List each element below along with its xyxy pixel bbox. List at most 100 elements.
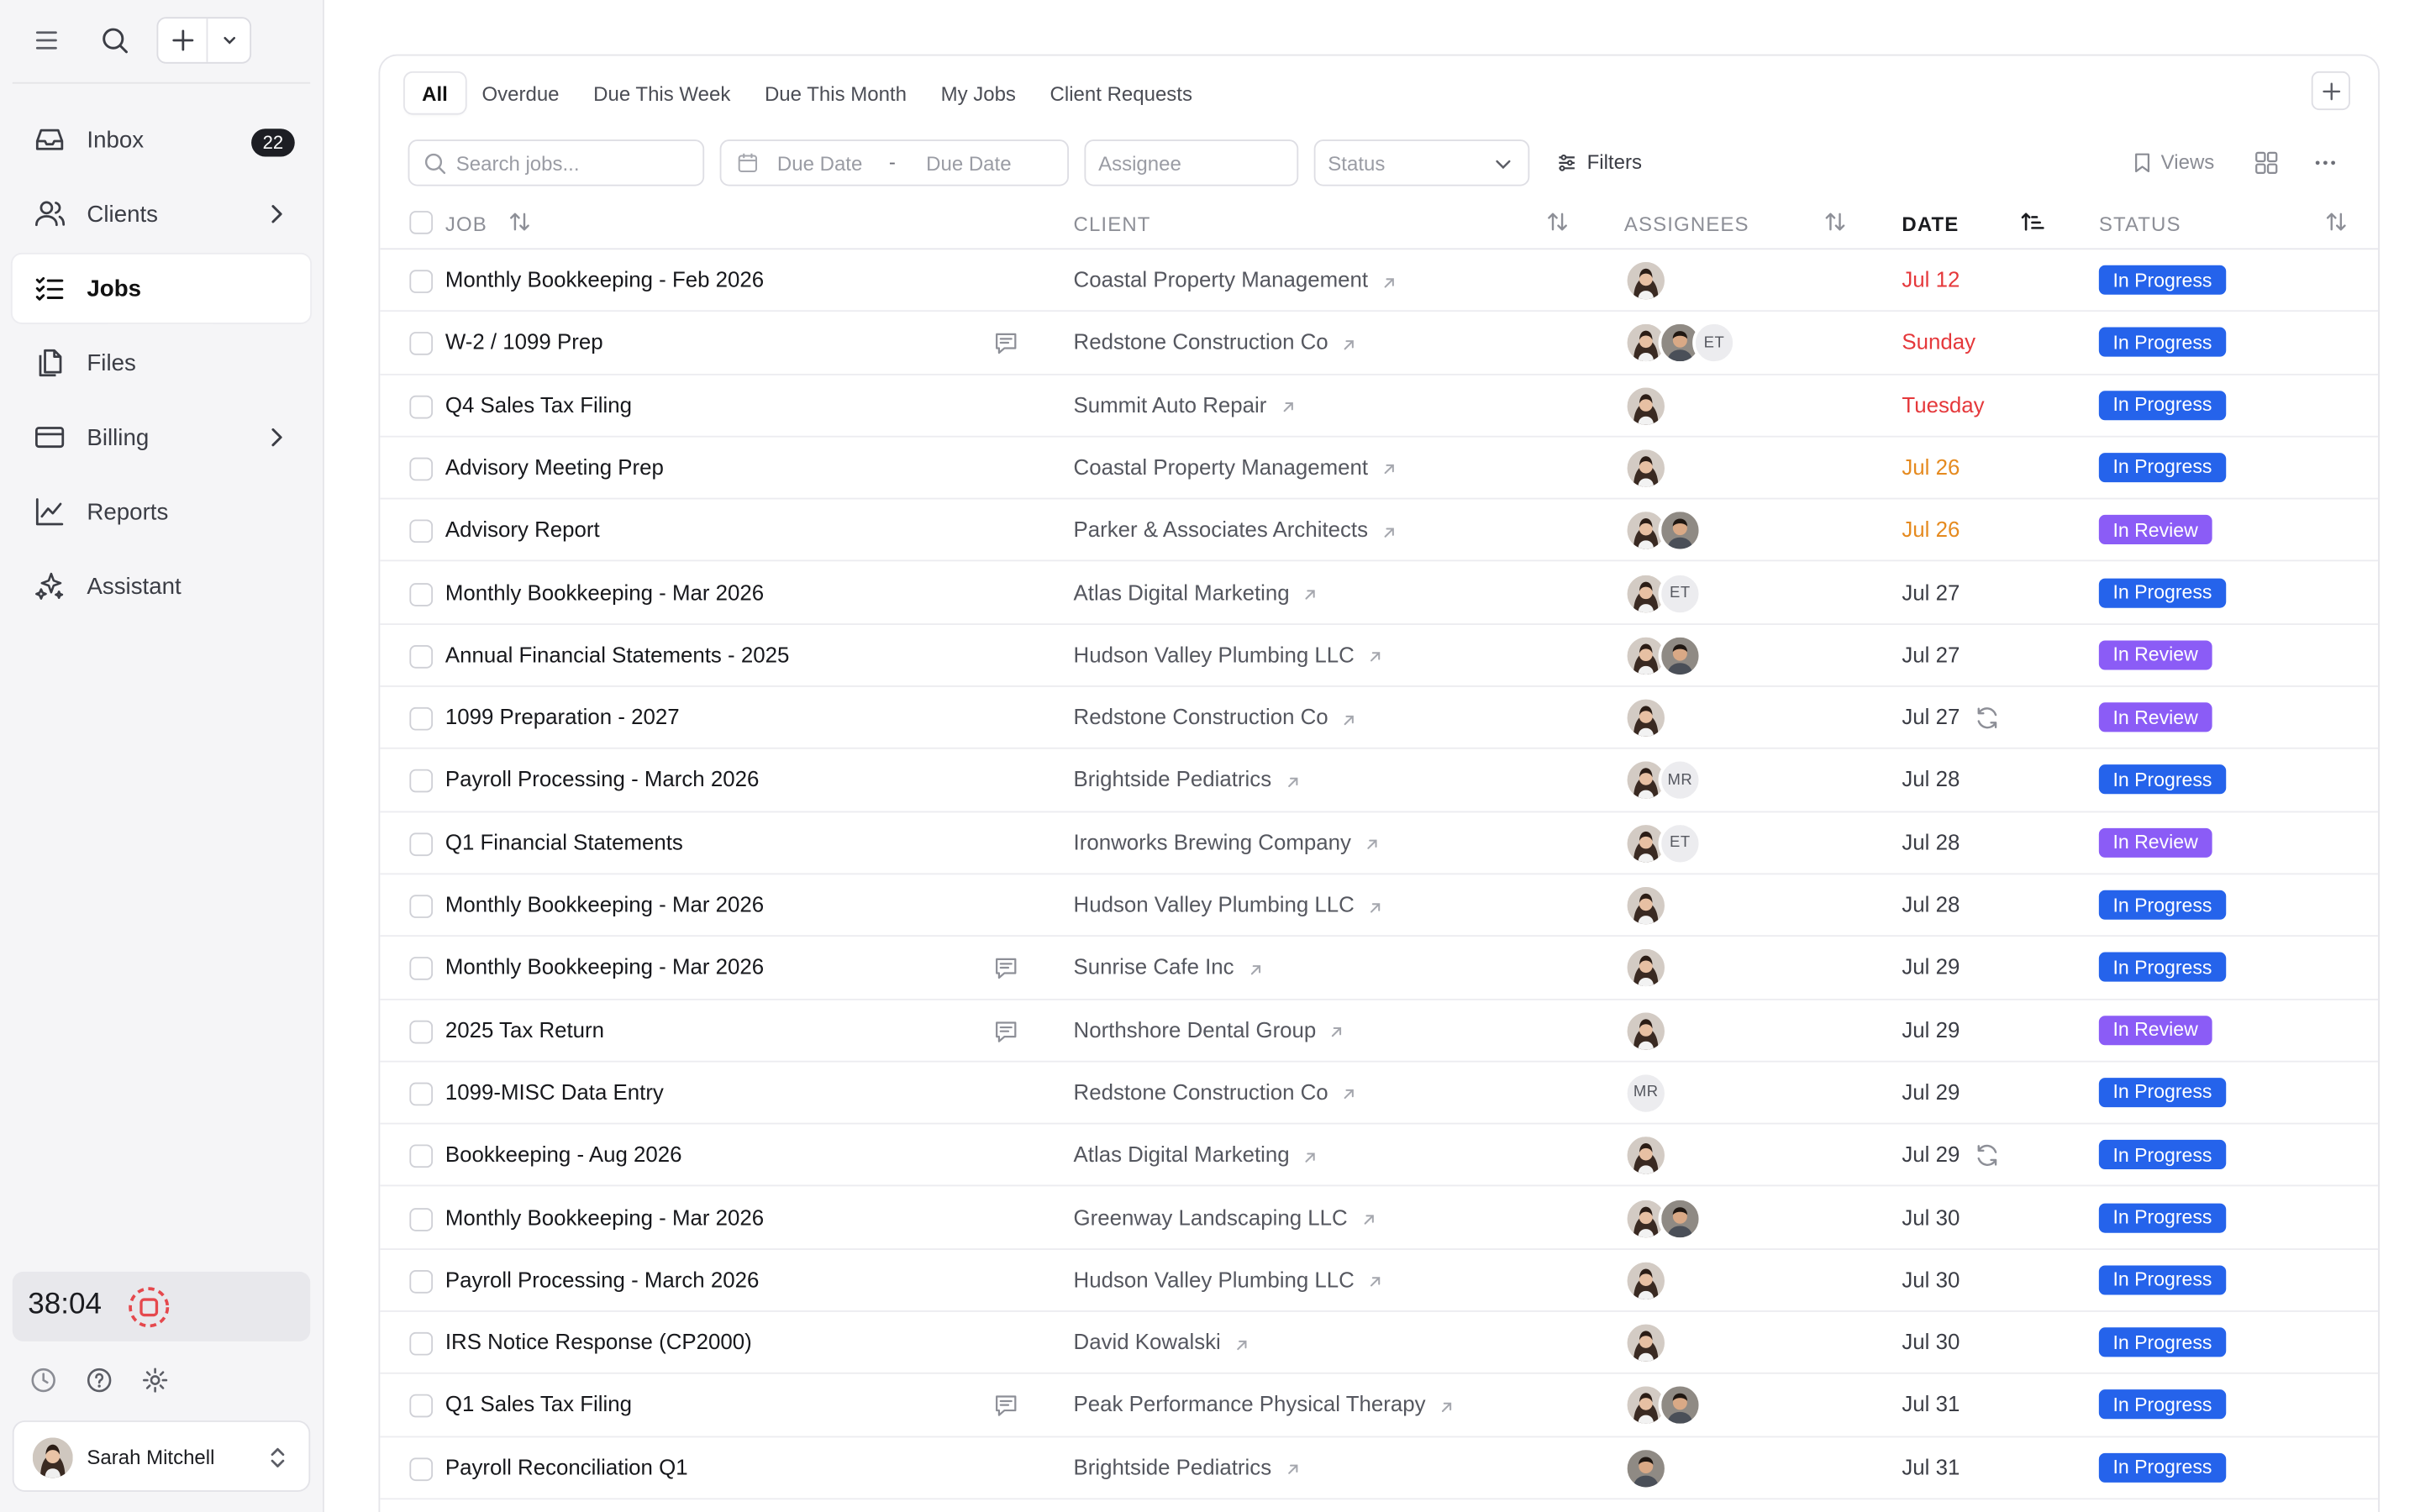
sidebar-item-clients[interactable]: Clients [13, 180, 310, 248]
column-header-date[interactable]: DATE [1902, 213, 1959, 236]
assignee-initials-avatar[interactable]: MR [1658, 759, 1702, 803]
client-link[interactable]: Hudson Valley Plumbing LLC [1074, 642, 1384, 666]
assignee-filter[interactable]: Assignee [1084, 139, 1299, 186]
row-checkbox[interactable] [409, 457, 434, 481]
column-header-client[interactable]: CLIENT [1074, 213, 1151, 236]
assignee-avatar[interactable] [1623, 446, 1668, 491]
row-checkbox[interactable] [409, 395, 434, 418]
status-badge[interactable]: In Review [2098, 702, 2212, 732]
column-header-status[interactable]: STATUS [2099, 213, 2181, 236]
job-name-link[interactable]: Monthly Bookkeeping - Mar 2026 [445, 580, 764, 605]
table-row[interactable]: Advisory Report Parker & Associates Archi… [380, 500, 2379, 563]
tab-my-jobs[interactable]: My Jobs [923, 73, 1033, 113]
job-name-link[interactable]: Q4 Sales Tax Filing [445, 391, 632, 417]
status-badge[interactable]: In Progress [2098, 390, 2227, 420]
table-row[interactable]: Payroll Processing - March 2026 Hudson Va… [380, 1250, 2379, 1313]
comment-icon[interactable] [993, 1018, 1019, 1044]
row-checkbox[interactable] [409, 769, 434, 794]
client-link[interactable]: Atlas Digital Marketing [1074, 1142, 1319, 1167]
job-name-link[interactable]: W-2 / 1099 Prep [445, 329, 603, 354]
new-menu-chevron-down-icon[interactable] [208, 18, 250, 62]
table-row[interactable]: Q4 Sales Tax Filing Summit Auto Repair Tue… [380, 375, 2379, 438]
client-link[interactable]: Coastal Property Management [1074, 454, 1398, 479]
settings-gear-icon[interactable] [139, 1365, 171, 1396]
row-checkbox[interactable] [409, 332, 434, 356]
assignee-avatar[interactable] [1623, 1321, 1668, 1365]
tab-overdue[interactable]: Overdue [465, 73, 576, 113]
job-name-link[interactable]: Annual Financial Statements - 2025 [445, 642, 789, 667]
comment-icon[interactable] [993, 956, 1019, 982]
sidebar-item-assistant[interactable]: Assistant [13, 552, 310, 620]
client-link[interactable]: Parker & Associates Architects [1074, 517, 1398, 542]
sort-assignees-icon[interactable] [1823, 209, 1848, 234]
client-link[interactable]: Brightside Pediatrics [1074, 767, 1302, 791]
row-checkbox[interactable] [409, 1457, 434, 1481]
help-icon[interactable] [84, 1365, 115, 1396]
status-badge[interactable]: In Progress [2098, 328, 2227, 358]
job-name-link[interactable]: 2025 Tax Return [445, 1016, 604, 1042]
row-checkbox[interactable] [409, 1082, 434, 1106]
assignee-initials-avatar[interactable]: ET [1658, 821, 1702, 865]
chevron-right-icon[interactable] [264, 202, 289, 227]
row-checkbox[interactable] [409, 582, 434, 606]
job-name-link[interactable]: Advisory Report [445, 517, 600, 542]
client-link[interactable]: Ironworks Brewing Company [1074, 829, 1381, 854]
assignee-initials-avatar[interactable]: ET [1692, 321, 1736, 365]
job-name-link[interactable]: 1099 Preparation - 2027 [445, 704, 680, 729]
status-badge[interactable]: In Progress [2098, 265, 2227, 295]
status-badge[interactable]: In Progress [2098, 1389, 2227, 1420]
row-checkbox[interactable] [409, 832, 434, 856]
search-input[interactable]: Search jobs... [408, 139, 705, 186]
grid-view-icon[interactable] [2254, 150, 2279, 176]
views-button[interactable]: Views [2133, 150, 2214, 174]
status-badge[interactable]: In Review [2098, 640, 2212, 670]
table-row[interactable]: Monthly Bookkeeping - Feb 2026 Coastal Pr… [380, 249, 2379, 312]
add-view-button[interactable] [2311, 71, 2350, 111]
status-badge[interactable]: In Review [2098, 1015, 2212, 1045]
assignee-avatar[interactable] [1623, 1446, 1668, 1490]
stop-recording-icon[interactable] [127, 1285, 171, 1329]
sidebar-item-billing[interactable]: Billing [13, 403, 310, 471]
job-name-link[interactable]: Payroll Reconciliation Q1 [445, 1454, 688, 1479]
table-row[interactable]: Monthly Bookkeeping - Mar 2026 Hudson Val… [380, 874, 2379, 937]
client-link[interactable]: Redstone Construction Co [1074, 329, 1358, 354]
table-row[interactable]: Monthly Bookkeeping - Mar 2026 Atlas Digi… [380, 562, 2379, 625]
status-badge[interactable]: In Progress [2098, 953, 2227, 983]
comment-icon[interactable] [993, 331, 1019, 357]
row-checkbox[interactable] [409, 1207, 434, 1231]
assignee-avatar[interactable] [1623, 884, 1668, 927]
column-header-assignees[interactable]: ASSIGNEES [1624, 213, 1749, 236]
status-filter[interactable]: Status [1313, 139, 1530, 186]
assignee-avatar[interactable] [1658, 633, 1702, 678]
chevron-right-icon[interactable] [264, 425, 289, 450]
job-name-link[interactable]: 1099-MISC Data Entry [445, 1079, 664, 1105]
table-row[interactable]: Q1 Sales Tax Filing Peak Performance Phys… [380, 1374, 2379, 1437]
client-link[interactable]: Redstone Construction Co [1074, 704, 1358, 729]
job-name-link[interactable]: Monthly Bookkeeping - Mar 2026 [445, 1205, 764, 1230]
assignee-avatar[interactable] [1623, 1258, 1668, 1303]
row-checkbox[interactable] [409, 1020, 434, 1043]
assignee-avatar[interactable] [1658, 1196, 1702, 1240]
table-row[interactable]: Payroll Reconciliation Q1 Brightside Pedi… [380, 1437, 2379, 1500]
job-name-link[interactable]: Monthly Bookkeeping - Feb 2026 [445, 267, 764, 292]
assignee-avatar[interactable] [1623, 696, 1668, 740]
tab-client-requests[interactable]: Client Requests [1033, 73, 1209, 113]
job-name-link[interactable]: Advisory Meeting Prep [445, 454, 664, 480]
row-checkbox[interactable] [409, 895, 434, 918]
search-icon[interactable] [97, 24, 132, 58]
status-badge[interactable]: In Progress [2098, 577, 2227, 607]
client-link[interactable]: Greenway Landscaping LLC [1074, 1205, 1377, 1229]
sidebar-item-jobs[interactable]: Jobs [12, 254, 311, 323]
table-row[interactable]: Advisory Meeting Prep Coastal Property Ma… [380, 437, 2379, 500]
column-header-job[interactable]: JOB [445, 213, 487, 236]
more-options-icon[interactable] [2313, 150, 2338, 176]
filters-button[interactable]: Filters [1556, 150, 1642, 174]
table-row[interactable]: 1099 Preparation - 2027 Redstone Construc… [380, 687, 2379, 750]
assignee-avatar[interactable] [1623, 946, 1668, 990]
job-name-link[interactable]: Monthly Bookkeeping - Mar 2026 [445, 954, 764, 979]
sort-ascending-icon[interactable] [2020, 209, 2045, 234]
job-name-link[interactable]: Monthly Bookkeeping - Mar 2026 [445, 892, 764, 917]
row-checkbox[interactable] [409, 519, 434, 543]
status-badge[interactable]: In Progress [2098, 1327, 2227, 1357]
history-icon[interactable] [28, 1365, 59, 1396]
